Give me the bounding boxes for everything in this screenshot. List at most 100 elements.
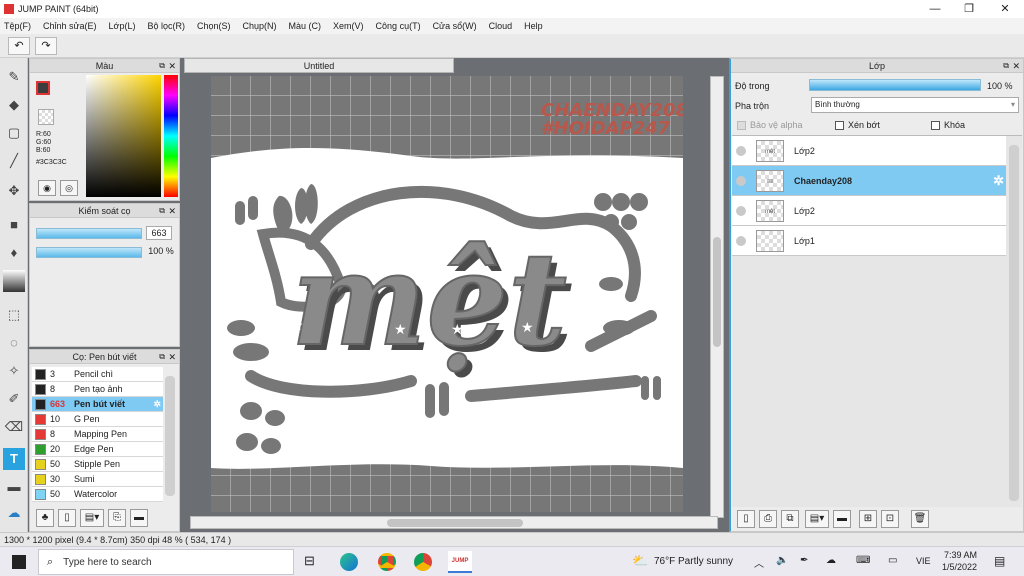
line-tool-icon[interactable]: ╱ [3,150,25,172]
menu-window[interactable]: Cửa sổ(W) [433,21,477,31]
undo-button[interactable]: ↶ [8,37,30,55]
redo-button[interactable]: ↷ [35,37,57,55]
clock-time[interactable]: 7:39 AM [944,550,977,560]
task-view-icon[interactable]: ⊟ [304,553,315,569]
delete-layer-button[interactable]: 🗑 [911,510,929,528]
edge-icon[interactable] [340,553,358,571]
close-icon[interactable]: ✕ [168,204,176,218]
text-tool-icon[interactable]: T [3,448,25,470]
brush-item-selected[interactable]: 663 Pen bút viết ✲ [32,397,163,412]
monitor-icon[interactable]: ▭ [888,555,897,566]
settings-gear-icon[interactable]: ✲ [993,173,1004,189]
duplicate-layer-button[interactable]: ⧉ [781,510,799,528]
canvas-horizontal-scrollbar[interactable] [190,516,718,529]
protect-alpha-checkbox[interactable]: Bảo vệ alpha [737,120,803,130]
taskbar-search[interactable]: ⌕ Type here to search [38,549,294,575]
weather-text[interactable]: 76°F Partly sunny [654,556,733,567]
layer-scrollbar[interactable] [1009,145,1019,501]
brush-item[interactable]: 8 Pen tạo ảnh [32,382,163,397]
notification-icon[interactable]: ▤ [994,554,1005,568]
clock-date[interactable]: 1/5/2022 [942,562,977,572]
maximize-button[interactable]: ❐ [952,0,986,18]
brush-tool-icon[interactable]: ✎ [3,66,25,88]
brush-settings-button[interactable]: ⎘ [108,509,126,527]
eraser-tool-icon[interactable]: ◆ [3,94,25,116]
jump-paint-taskbar-icon[interactable]: JUMP [448,551,472,573]
menu-file[interactable]: Tệp(F) [4,21,31,31]
new-layer-button[interactable]: ▯ [737,510,755,528]
merge-layer-button[interactable]: ⊞ [859,510,877,528]
brush-item[interactable]: 3 Pencil chì [32,367,163,382]
layer-menu-button[interactable]: ▤▾ [805,510,829,528]
new-layer-from-clip-button[interactable]: ⎙ [759,510,777,528]
brush-item[interactable]: 50 Stipple Pen [32,457,163,472]
settings-gear-icon[interactable]: ✲ [153,399,161,410]
size-value[interactable]: 663 [146,226,172,240]
language-indicator[interactable]: VIE [916,556,931,566]
layer-row-selected[interactable]: ≡≡ Chaenday208 ✲ [732,166,1006,196]
network-icon[interactable]: ☁ [826,555,836,566]
brush-item[interactable]: 30 Sumi [32,472,163,487]
brush-item[interactable]: 8 Mapping Pen [32,427,163,442]
volume-icon[interactable]: 🔈 [776,555,788,566]
lasso-tool-icon[interactable]: ◌ [3,332,25,354]
pen-icon[interactable]: ✒ [800,555,808,566]
magic-wand-tool-icon[interactable]: ✧ [3,360,25,382]
brush-item[interactable]: 20 Edge Pen [32,442,163,457]
color-mixer-button[interactable]: ◎ [60,180,78,196]
menu-cloud[interactable]: Cloud [489,21,513,31]
rectangle-tool-icon[interactable]: ▢ [3,122,25,144]
visibility-icon[interactable] [736,145,746,156]
menu-filter[interactable]: Bộ lọc(R) [147,21,185,31]
undock-icon[interactable]: ⧉ [159,350,165,364]
chrome-icon[interactable] [378,553,396,571]
menu-color[interactable]: Màu (C) [289,21,322,31]
layer-row[interactable]: mệt Lớp2 [732,196,1006,226]
size-slider[interactable] [36,228,142,239]
close-button[interactable]: ✕ [988,0,1022,18]
document-tab[interactable]: Untitled [184,58,454,73]
layer-row[interactable]: Lớp1 [732,226,1006,256]
tray-chevron-icon[interactable]: ︿ [754,555,764,570]
layer-opacity-slider[interactable] [809,79,981,91]
close-icon[interactable]: ✕ [168,350,176,364]
brush-menu-button[interactable]: ▤▾ [80,509,104,527]
layer-row[interactable]: mệt Lớp2 [732,136,1006,166]
layer-folder-button[interactable]: ▬ [833,510,851,528]
bucket-tool-icon[interactable]: ♦ [3,242,25,264]
opacity-slider[interactable] [36,247,142,258]
close-icon[interactable]: ✕ [168,59,176,73]
select-pen-tool-icon[interactable]: ✐ [3,388,25,410]
select-eraser-tool-icon[interactable]: ⌫ [3,416,25,438]
brush-folder-button[interactable]: ▬ [130,509,148,527]
select-rect-tool-icon[interactable]: ⬚ [3,304,25,326]
layer-settings-button[interactable]: ⊡ [881,510,899,528]
blend-mode-select[interactable]: Bình thường ▾ [811,97,1019,113]
visibility-icon[interactable] [736,235,746,246]
windows-start-icon[interactable] [12,555,26,569]
canvas-vertical-scrollbar[interactable] [710,76,724,518]
menu-layer[interactable]: Lớp(L) [109,21,136,31]
menu-select[interactable]: Chọn(S) [197,21,231,31]
chrome-icon-2[interactable] [414,553,432,571]
menu-capture[interactable]: Chụp(N) [243,21,277,31]
saturation-value-picker[interactable] [86,75,161,197]
horizontal-scroll-thumb[interactable] [387,519,523,527]
fill-rect-tool-icon[interactable]: ■ [3,214,25,236]
brush-list-scrollbar[interactable] [165,376,175,496]
lock-checkbox[interactable]: Khóa [931,120,965,130]
menu-tools[interactable]: Công cụ(T) [376,21,421,31]
brush-item[interactable]: 50 Watercolor [32,487,163,502]
visibility-icon[interactable] [736,205,746,216]
add-brush-button[interactable]: ♣ [36,509,54,527]
hue-slider[interactable] [164,75,178,197]
visibility-icon[interactable] [736,175,746,186]
palette-button[interactable]: ◉ [38,180,56,196]
divider-tool-icon[interactable]: ▬ [3,476,25,498]
menu-view[interactable]: Xem(V) [333,21,364,31]
move-tool-icon[interactable]: ✥ [3,180,25,202]
menu-edit[interactable]: Chỉnh sửa(E) [43,21,97,31]
undock-icon[interactable]: ⧉ [159,59,165,73]
transparent-swatch[interactable] [38,109,54,125]
undock-icon[interactable]: ⧉ [1003,59,1009,73]
